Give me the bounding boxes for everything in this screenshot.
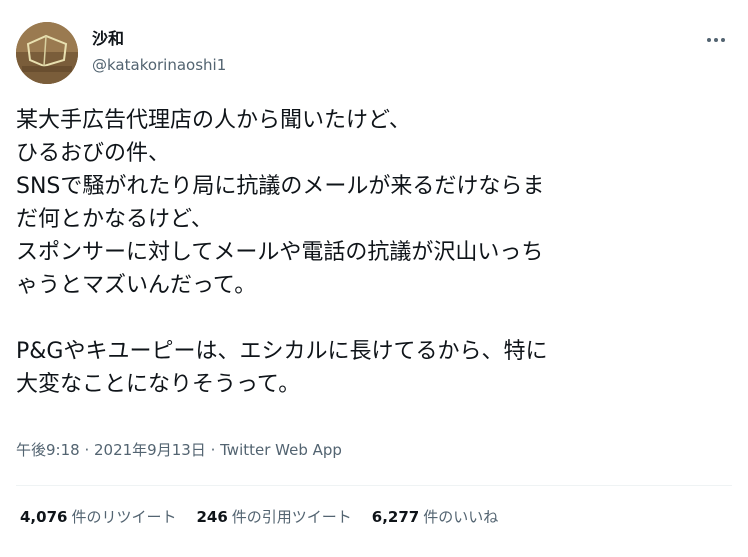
dot-icon [714, 38, 718, 42]
display-name[interactable]: 沙和 [92, 28, 226, 50]
author-names: 沙和 @katakorinaoshi1 [92, 28, 226, 76]
retweets-count: 4,076 [20, 508, 68, 526]
likes-label: 件のいいね [423, 508, 499, 526]
divider [16, 485, 732, 486]
retweets-label: 件のリツイート [71, 508, 177, 526]
tweet-time-link[interactable]: 午後9:18 [16, 441, 80, 459]
quotes-stat[interactable]: 246 件の引用ツイート [196, 506, 351, 528]
dot-icon [721, 38, 725, 42]
avatar[interactable] [16, 22, 78, 84]
more-options-icon[interactable] [704, 28, 728, 52]
dot-icon [707, 38, 711, 42]
meta-separator: · [79, 441, 94, 459]
tweet-header: 沙和 @katakorinaoshi1 [16, 18, 732, 88]
meta-separator: · [205, 441, 221, 459]
avatar-image-icon [16, 22, 78, 84]
tweet-text-line: スポンサーに対してメールや電話の抗議が沢山いっち [16, 240, 544, 265]
tweet-meta: 午後9:18 · 2021年9月13日 · Twitter Web App [16, 439, 342, 461]
tweet-text-line: だ何とかなるけど、 [16, 207, 213, 232]
tweet-text: 某大手広告代理店の人から聞いたけど、 ひるおびの件、 SNSで騒がれたり局に抗議… [16, 104, 732, 401]
quotes-label: 件の引用ツイート [231, 508, 352, 526]
tweet-text-line: ゃうとマズいんだって。 [16, 273, 257, 298]
tweet-text-line: ひるおびの件、 [16, 141, 171, 166]
tweet-text-line: SNSで騒がれたり局に抗議のメールが来るだけならま [16, 174, 545, 199]
tweet-card: 沙和 @katakorinaoshi1 某大手広告代理店の人から聞いたけど、 ひ… [0, 0, 748, 557]
tweet-text-line: P&Gやキユーピーは、エシカルに長けてるから、特に [16, 339, 548, 364]
tweet-date-link[interactable]: 2021年9月13日 [94, 441, 206, 459]
tweet-source-link[interactable]: Twitter Web App [220, 441, 342, 459]
quotes-count: 246 [196, 508, 228, 526]
retweets-stat[interactable]: 4,076 件のリツイート [20, 506, 176, 528]
tweet-text-line: 大変なことになりそうって。 [16, 372, 301, 397]
likes-stat[interactable]: 6,277 件のいいね [372, 506, 498, 528]
likes-count: 6,277 [371, 508, 420, 526]
user-handle[interactable]: @katakorinaoshi1 [92, 54, 226, 76]
tweet-stats: 4,076 件のリツイート 246 件の引用ツイート 6,277 件のいいね [20, 506, 518, 528]
tweet-text-blank-line [16, 302, 732, 335]
tweet-text-line: 某大手広告代理店の人から聞いたけど、 [16, 108, 411, 133]
